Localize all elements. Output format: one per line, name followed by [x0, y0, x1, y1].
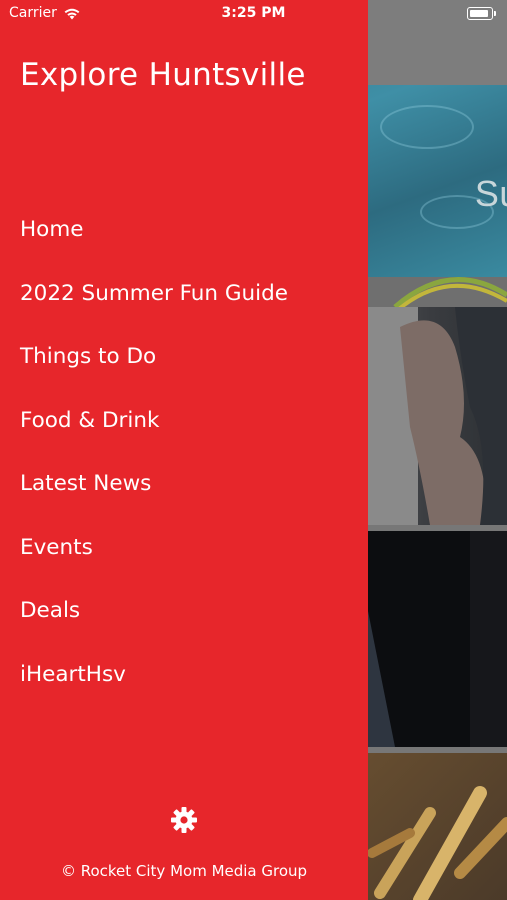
- drawer-title: Explore Huntsville: [20, 57, 306, 93]
- menu-item-deals[interactable]: Deals: [0, 579, 368, 643]
- status-time: 3:25 PM: [221, 5, 286, 21]
- card-title: Summer Fun Guide: [474, 173, 507, 214]
- menu-item-latest-news[interactable]: Latest News: [0, 452, 368, 516]
- gear-icon[interactable]: [170, 806, 198, 834]
- navigation-drawer: Carrier Explore Huntsville Home 2022 Sum…: [0, 0, 368, 900]
- menu-item-food-drink[interactable]: Food & Drink: [0, 389, 368, 453]
- copyright-text: © Rocket City Mom Media Group: [60, 862, 308, 880]
- menu-item-events[interactable]: Events: [0, 516, 368, 580]
- drawer-menu: Home 2022 Summer Fun Guide Things to Do …: [0, 198, 368, 706]
- menu-item-things-to-do[interactable]: Things to Do: [0, 325, 368, 389]
- menu-item-iheart-hsv[interactable]: iHeartHsv: [0, 643, 368, 707]
- menu-item-summer-fun-guide[interactable]: 2022 Summer Fun Guide: [0, 262, 368, 326]
- water-ripple: [380, 105, 474, 149]
- menu-item-home[interactable]: Home: [0, 198, 368, 262]
